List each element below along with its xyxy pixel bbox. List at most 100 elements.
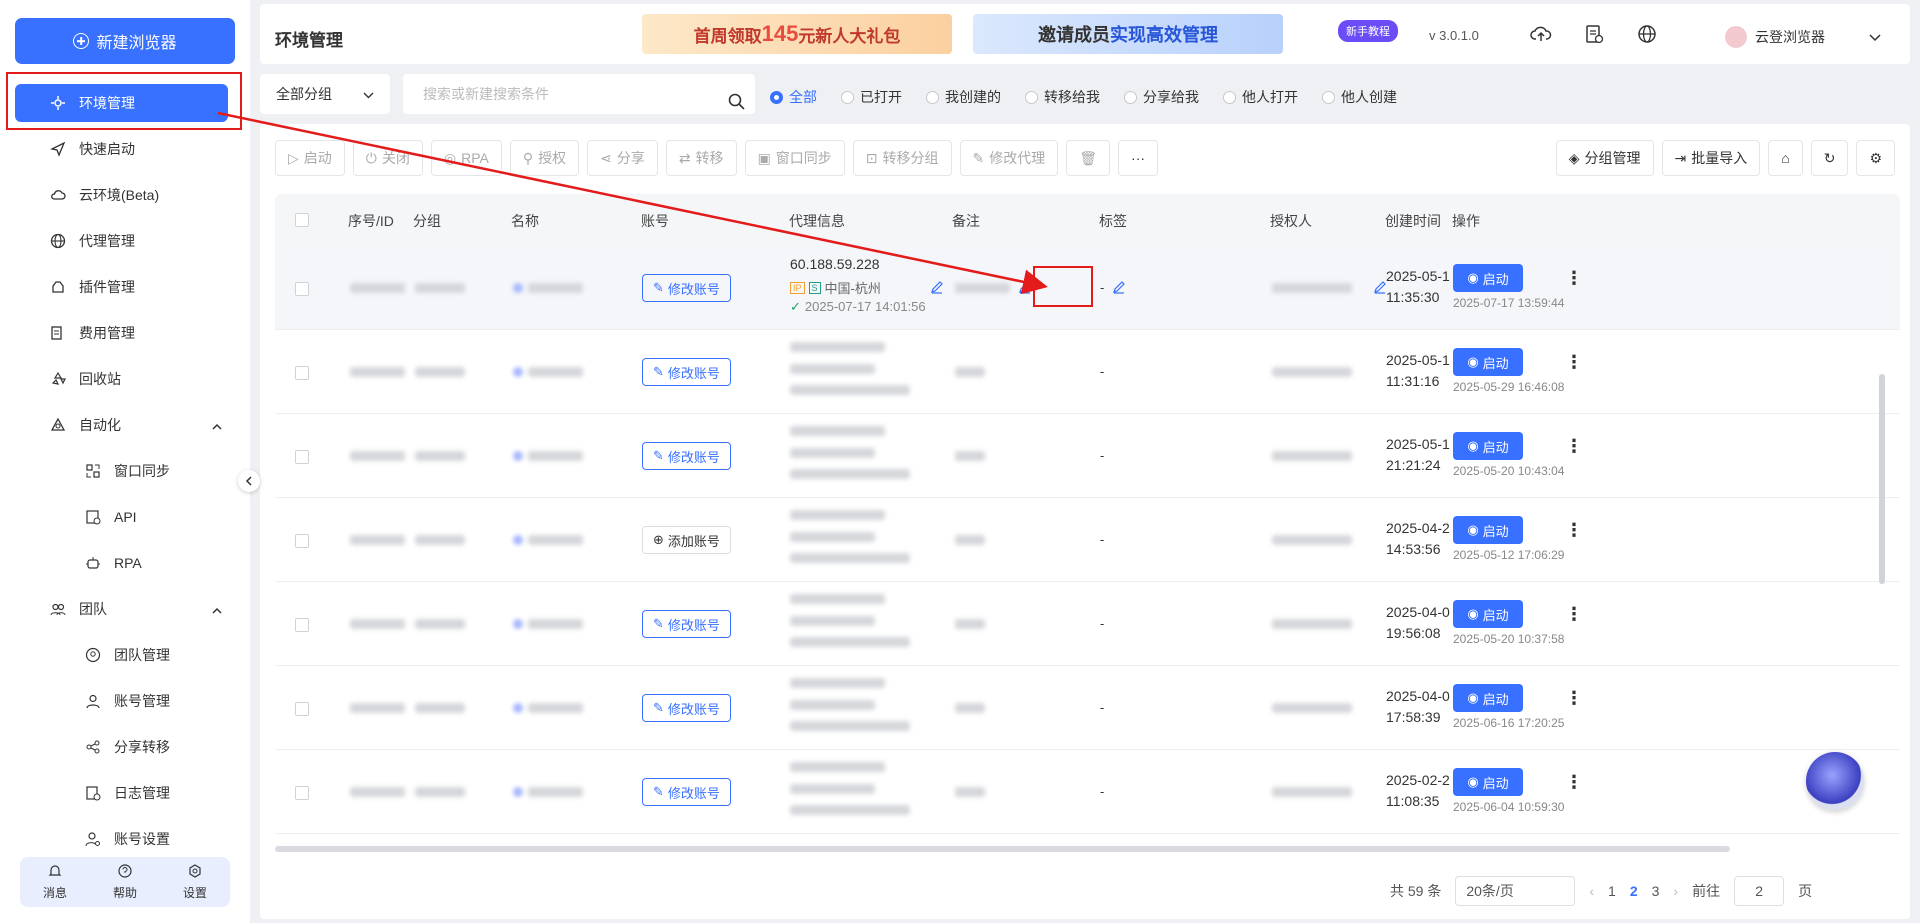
column-settings-button[interactable]: ⚙ <box>1856 140 1895 176</box>
group-manage-button[interactable]: ◈ 分组管理 <box>1555 140 1654 176</box>
row-more-icon[interactable]: ⋮ <box>1565 604 1583 625</box>
tag-button[interactable]: ⌂ <box>1768 140 1803 176</box>
sidebar-item-accounts[interactable]: 账号管理 <box>0 678 250 724</box>
edit-proxy-button[interactable]: ✎ 修改代理 <box>959 140 1059 176</box>
row-start-button[interactable]: ◉ 启动 <box>1453 600 1523 628</box>
page-size-select[interactable]: 20条/页 <box>1455 876 1576 906</box>
edit-account-button[interactable]: ✎ 修改账号 <box>642 274 731 302</box>
select-all-checkbox[interactable] <box>295 213 309 227</box>
sidebar-item-billing[interactable]: 费用管理 <box>0 310 250 356</box>
sidebar-item-team[interactable]: 团队 <box>0 586 250 632</box>
goto-page-input[interactable]: 2 <box>1734 876 1785 906</box>
close-button[interactable]: ⏻ 关闭 <box>352 140 423 176</box>
row-checkbox[interactable] <box>295 282 309 296</box>
settings-button[interactable]: 设置 <box>183 863 207 901</box>
language-globe-icon[interactable] <box>1636 23 1658 45</box>
move-group-button[interactable]: ⊡ 转移分组 <box>852 140 952 176</box>
row-checkbox[interactable] <box>295 618 309 632</box>
sidebar-item-logs[interactable]: 日志管理 <box>0 770 250 816</box>
row-checkbox[interactable] <box>295 450 309 464</box>
document-icon[interactable] <box>1583 23 1605 45</box>
sidebar-item-api[interactable]: API <box>0 494 250 540</box>
sidebar-item-cloud[interactable]: 云环境(Beta) <box>0 172 250 218</box>
search-input[interactable]: 搜索或新建搜索条件 <box>403 74 755 114</box>
add-account-button[interactable]: ⊕ 添加账号 <box>642 526 731 554</box>
edit-tag-icon[interactable] <box>1112 280 1126 297</box>
edit-proxy-icon[interactable] <box>930 280 944 297</box>
table-row[interactable]: ✎ 修改账号 - 2025-04-0 17:58:39 ◉ 启动 2025-06-16… <box>275 666 1900 750</box>
help-button[interactable]: 帮助 <box>113 863 137 901</box>
edit-account-button[interactable]: ✎ 修改账号 <box>642 442 731 470</box>
row-checkbox[interactable] <box>295 534 309 548</box>
sidebar-item-account-settings[interactable]: 账号设置 <box>0 816 250 862</box>
sidebar-item-window-sync[interactable]: 窗口同步 <box>0 448 250 494</box>
radio-created-by-me[interactable]: 我创建的 <box>926 87 1001 107</box>
page-1[interactable]: 1 <box>1608 883 1616 899</box>
radio-opened-by-others[interactable]: 他人打开 <box>1223 87 1298 107</box>
rpa-button[interactable]: ◎ RPA <box>430 140 502 176</box>
page-3[interactable]: 3 <box>1652 883 1660 899</box>
horizontal-scrollbar[interactable] <box>275 846 1730 852</box>
assistant-robot-icon[interactable] <box>1806 752 1864 810</box>
sidebar-collapse-button[interactable] <box>238 470 260 492</box>
window-sync-button[interactable]: ▣ 窗口同步 <box>744 140 845 176</box>
table-row[interactable]: ✎ 修改账号 - 2025-04-0 19:56:08 ◉ 启动 2025-05-20… <box>275 582 1900 666</box>
sidebar-item-team-manage[interactable]: 团队管理 <box>0 632 250 678</box>
row-checkbox[interactable] <box>295 366 309 380</box>
row-start-button[interactable]: ◉ 启动 <box>1453 432 1523 460</box>
radio-created-by-others[interactable]: 他人创建 <box>1322 87 1397 107</box>
messages-button[interactable]: 消息 <box>43 864 67 901</box>
edit-remark-icon[interactable] <box>1018 280 1032 297</box>
page-2[interactable]: 2 <box>1630 883 1638 899</box>
row-more-icon[interactable]: ⋮ <box>1565 688 1583 709</box>
more-button[interactable]: ··· <box>1118 140 1159 176</box>
delete-button[interactable]: 🗑 <box>1066 140 1111 176</box>
table-row[interactable]: ✎ 修改账号 - 2025-02-2 11:08:35 ◉ 启动 2025-06-04… <box>275 750 1900 834</box>
sidebar-item-plugin[interactable]: 插件管理 <box>0 264 250 310</box>
row-start-button[interactable]: ◉ 启动 <box>1453 264 1523 292</box>
row-more-icon[interactable]: ⋮ <box>1565 268 1583 289</box>
table-row[interactable]: ✎ 修改账号 - 2025-05-1 21:21:24 ◉ 启动 2025-05-20… <box>275 414 1900 498</box>
sidebar-item-rpa[interactable]: RPA <box>0 540 250 586</box>
vertical-scrollbar[interactable] <box>1879 374 1885 584</box>
row-start-button[interactable]: ◉ 启动 <box>1453 348 1523 376</box>
tutorial-badge[interactable]: 新手教程 <box>1338 20 1398 42</box>
row-more-icon[interactable]: ⋮ <box>1565 352 1583 373</box>
row-more-icon[interactable]: ⋮ <box>1565 520 1583 541</box>
row-more-icon[interactable]: ⋮ <box>1565 772 1583 793</box>
radio-shared-to-me[interactable]: 分享给我 <box>1124 87 1199 107</box>
share-button[interactable]: ⋖ 分享 <box>587 140 658 176</box>
sidebar-item-proxy[interactable]: 代理管理 <box>0 218 250 264</box>
new-browser-button[interactable]: 新建浏览器 <box>15 18 235 64</box>
column-header-id[interactable]: 序号/ID <box>348 211 394 231</box>
edit-account-button[interactable]: ✎ 修改账号 <box>642 358 731 386</box>
edit-account-button[interactable]: ✎ 修改账号 <box>642 778 731 806</box>
promo-banner-newuser[interactable]: 首周领取 145 元新人大礼包 <box>642 14 952 54</box>
row-start-button[interactable]: ◉ 启动 <box>1453 768 1523 796</box>
user-menu[interactable]: 云登浏览器 <box>1725 26 1881 48</box>
edit-authorized-icon[interactable] <box>1373 280 1387 297</box>
upload-cloud-icon[interactable] <box>1530 23 1552 45</box>
radio-opened[interactable]: 已打开 <box>841 87 902 107</box>
row-start-button[interactable]: ◉ 启动 <box>1453 516 1523 544</box>
sidebar-item-quick-start[interactable]: 快速启动 <box>0 126 250 172</box>
start-button[interactable]: ▷ 启动 <box>275 140 345 176</box>
radio-all[interactable]: 全部 <box>770 87 817 107</box>
row-checkbox[interactable] <box>295 786 309 800</box>
authorize-button[interactable]: ⚲ 授权 <box>509 140 580 176</box>
sidebar-item-recycle[interactable]: 回收站 <box>0 356 250 402</box>
table-row[interactable]: ✎ 修改账号 - 2025-05-1 11:31:16 ◉ 启动 2025-05-29… <box>275 330 1900 414</box>
radio-transferred-to-me[interactable]: 转移给我 <box>1025 87 1100 107</box>
edit-account-button[interactable]: ✎ 修改账号 <box>642 610 731 638</box>
row-more-icon[interactable]: ⋮ <box>1565 436 1583 457</box>
transfer-button[interactable]: ⇄ 转移 <box>665 140 737 176</box>
group-select[interactable]: 全部分组 <box>260 74 390 114</box>
next-page-icon[interactable]: › <box>1673 883 1678 899</box>
table-row[interactable]: ⊕ 添加账号 - 2025-04-2 14:53:56 ◉ 启动 2025-05-12… <box>275 498 1900 582</box>
promo-banner-invite[interactable]: 邀请成员 实现高效管理 <box>973 14 1283 54</box>
batch-import-button[interactable]: ⇥ 批量导入 <box>1661 140 1761 176</box>
row-checkbox[interactable] <box>295 702 309 716</box>
prev-page-icon[interactable]: ‹ <box>1589 883 1594 899</box>
refresh-button[interactable]: ↻ <box>1810 140 1849 176</box>
sidebar-item-automation[interactable]: 自动化 <box>0 402 250 448</box>
